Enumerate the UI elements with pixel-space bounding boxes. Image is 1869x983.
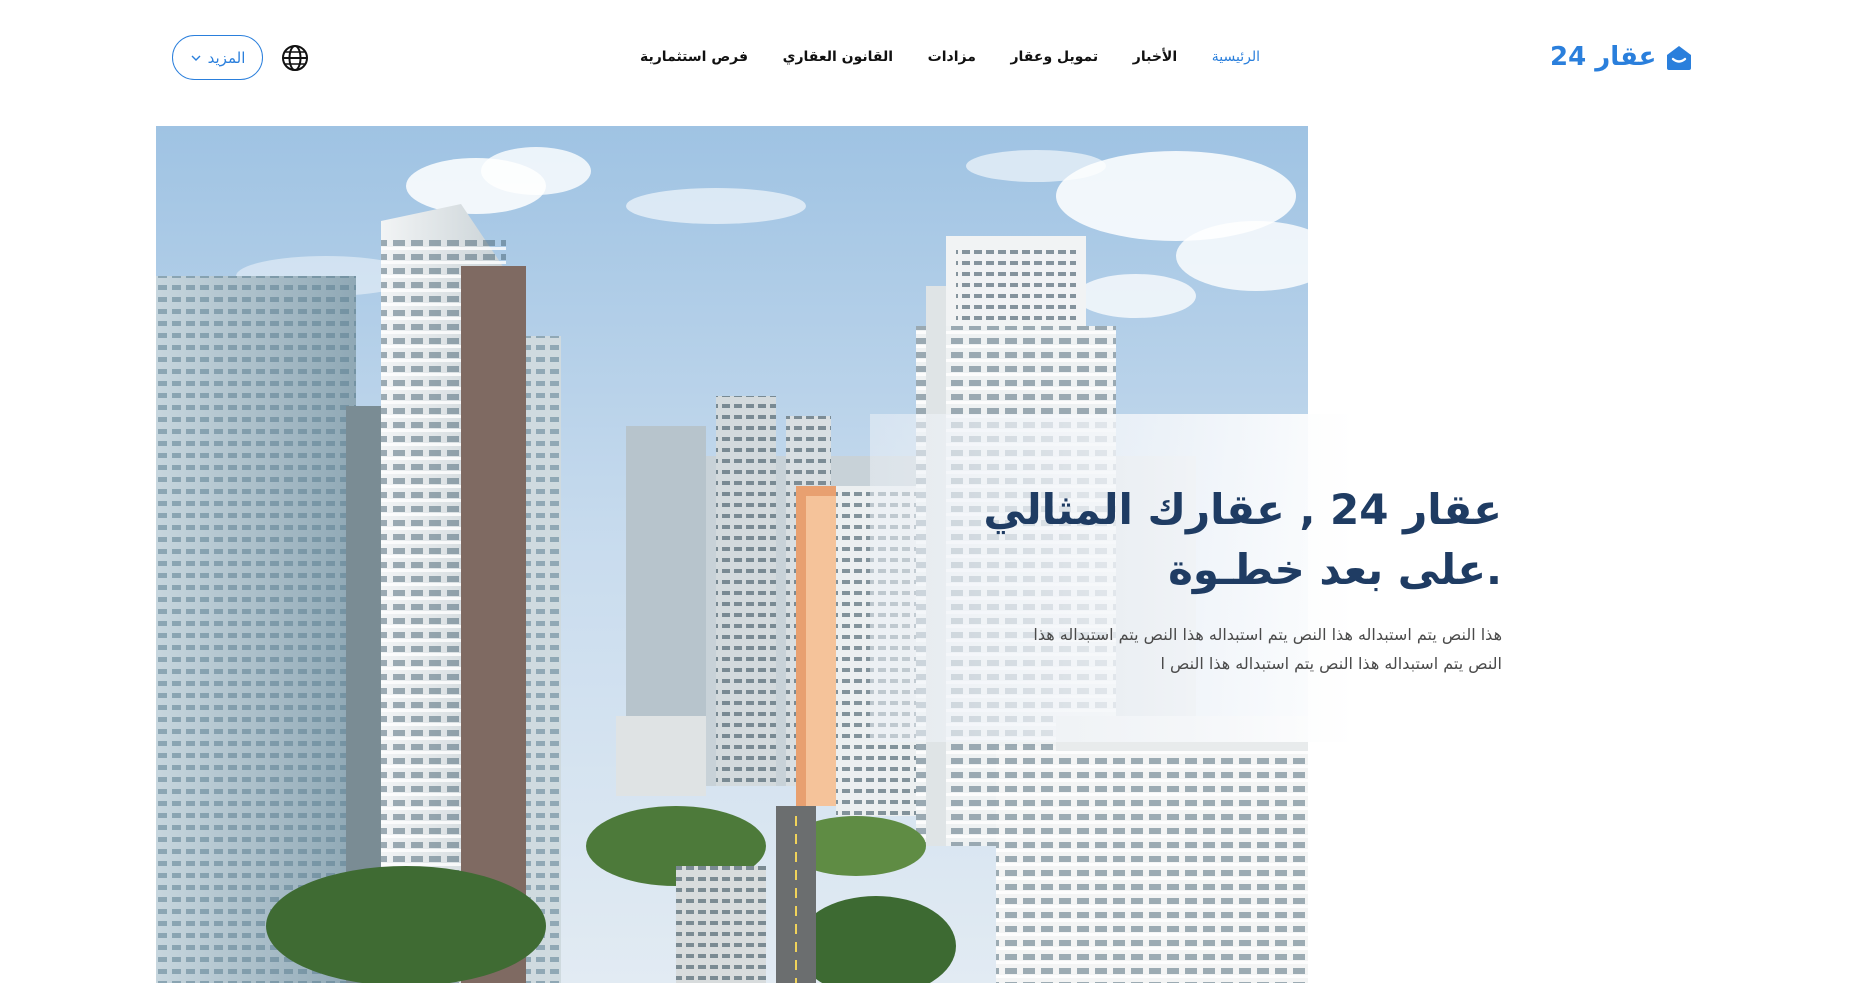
site-logo[interactable]: عقار 24 [1550, 36, 1694, 78]
nav-item-finance[interactable]: تمويل وعقار [1010, 49, 1098, 65]
chevron-down-icon [191, 55, 201, 61]
main-nav: الرئيسية الأخبار تمويل وعقار مزادات القا… [640, 44, 1260, 70]
hero-description-line-2: النص يتم استبداله هذا النص يتم استبداله … [1160, 654, 1503, 673]
nav-item-auctions[interactable]: مزادات [928, 49, 976, 65]
site-header: المزيد الرئيسية الأخبار تمويل وعقار مزاد… [0, 0, 1869, 110]
logo-text: عقار 24 [1550, 42, 1657, 72]
globe-icon[interactable] [281, 44, 309, 72]
hero-title: عقار 24 , عقارك المثالي .على بعد خطـوة [930, 480, 1502, 600]
hero-description: هذا النص يتم استبداله هذا النص يتم استبد… [960, 620, 1502, 678]
more-dropdown-button[interactable]: المزيد [172, 35, 263, 80]
hero-description-line-1: هذا النص يتم استبداله هذا النص يتم استبد… [1033, 625, 1502, 644]
nav-item-investment[interactable]: فرص استثمارية [640, 49, 748, 65]
home-icon [1667, 46, 1692, 70]
nav-item-home[interactable]: الرئيسية [1212, 49, 1260, 65]
nav-item-news[interactable]: الأخبار [1133, 49, 1177, 65]
hero-title-line-1: عقار 24 , عقارك المثالي [983, 485, 1502, 534]
hero-title-line-2: .على بعد خطـوة [1168, 545, 1502, 594]
more-button-label: المزيد [207, 48, 246, 67]
nav-item-real-estate-law[interactable]: القانون العقاري [783, 49, 893, 65]
